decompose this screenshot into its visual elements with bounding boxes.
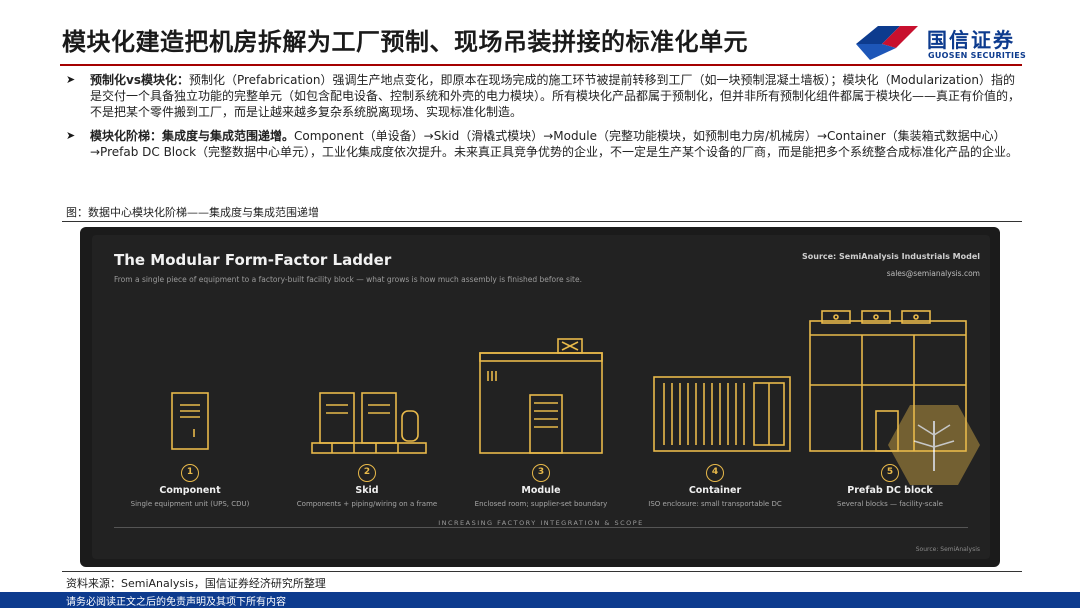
axis-label: INCREASING FACTORY INTEGRATION & SCOPE bbox=[92, 519, 990, 527]
company-logo: 国信证券 GUOSEN SECURITIES bbox=[852, 20, 1026, 64]
page-title: 模块化建造把机房拆解为工厂预制、现场吊装拼接的标准化单元 bbox=[62, 28, 748, 56]
figure-divider bbox=[62, 221, 1022, 222]
stage-number: 4 bbox=[706, 464, 724, 482]
stage-name: Component bbox=[159, 485, 221, 496]
logo-text-en: GUOSEN SECURITIES bbox=[928, 51, 1027, 60]
arrow-bullet-icon: ➤ bbox=[66, 129, 76, 142]
stage-component: 1 Component Single equipment unit (UPS, … bbox=[100, 459, 280, 508]
stage-module: 3 Module Enclosed room; supplier-set bou… bbox=[451, 459, 631, 508]
axis-line bbox=[114, 527, 968, 528]
guosen-logo-icon bbox=[856, 26, 918, 60]
footer-source: 资料来源：SemiAnalysis，国信证券经济研究所整理 bbox=[66, 577, 326, 590]
stage-name: Module bbox=[521, 485, 561, 496]
stage-desc: Enclosed room; supplier-set boundary bbox=[474, 500, 608, 508]
stage-desc: Components + piping/wiring on a frame bbox=[296, 500, 438, 508]
bullet-lead: 模块化阶梯：集成度与集成范围递增。 bbox=[90, 129, 295, 143]
ladder-illustration bbox=[171, 310, 980, 485]
title-divider bbox=[60, 64, 1022, 66]
stage-name: Container bbox=[688, 485, 742, 496]
corner-source: Source: SemiAnalysis bbox=[915, 546, 980, 553]
bullet-list: ➤ 预制化vs模块化：预制化（Prefabrication）强调生产地点变化，即… bbox=[66, 72, 1026, 168]
bullet-lead: 预制化vs模块化： bbox=[90, 73, 189, 87]
stage-prefab-dc-block: 5 Prefab DC block Several blocks — facil… bbox=[800, 459, 980, 508]
stage-container: 4 Container ISO enclosure: small transpo… bbox=[625, 459, 805, 508]
stage-desc: Several blocks — facility-scale bbox=[837, 500, 943, 508]
bullet-text: 预制化（Prefabrication）强调生产地点变化，即原本在现场完成的施工环… bbox=[90, 73, 1021, 119]
figure-inner: The Modular Form-Factor Ladder From a si… bbox=[92, 235, 990, 559]
footer-bar: 请务必阅读正文之后的免责声明及其项下所有内容 bbox=[0, 592, 1080, 608]
stage-desc: Single equipment unit (UPS, CDU) bbox=[130, 500, 250, 508]
stage-skid: 2 Skid Components + piping/wiring on a f… bbox=[277, 459, 457, 508]
stage-number: 5 bbox=[881, 464, 899, 482]
component-icon bbox=[171, 392, 209, 450]
container-icon bbox=[653, 376, 791, 452]
stage-name: Skid bbox=[355, 485, 379, 496]
stage-number: 2 bbox=[358, 464, 376, 482]
module-icon bbox=[479, 338, 603, 454]
figure-image: The Modular Form-Factor Ladder From a si… bbox=[80, 227, 1000, 567]
logo-text-cn: 国信证券 bbox=[927, 28, 1015, 52]
figure-caption: 图：数据中心模块化阶梯——集成度与集成范围递增 bbox=[66, 206, 319, 219]
stage-name: Prefab DC block bbox=[847, 485, 933, 496]
bullet-item: ➤ 模块化阶梯：集成度与集成范围递增。Component（单设备）→Skid（滑… bbox=[66, 128, 1026, 160]
arrow-bullet-icon: ➤ bbox=[66, 73, 76, 86]
footer-divider bbox=[62, 571, 1022, 572]
stage-number: 3 bbox=[532, 464, 550, 482]
skid-icon bbox=[311, 392, 427, 454]
axis-label-text: INCREASING FACTORY INTEGRATION & SCOPE bbox=[432, 519, 650, 527]
stage-number: 1 bbox=[181, 464, 199, 482]
footer-disclaimer: 请务必阅读正文之后的免责声明及其项下所有内容 bbox=[66, 597, 286, 608]
stage-desc: ISO enclosure: small transportable DC bbox=[648, 500, 782, 508]
bullet-item: ➤ 预制化vs模块化：预制化（Prefabrication）强调生产地点变化，即… bbox=[66, 72, 1026, 120]
